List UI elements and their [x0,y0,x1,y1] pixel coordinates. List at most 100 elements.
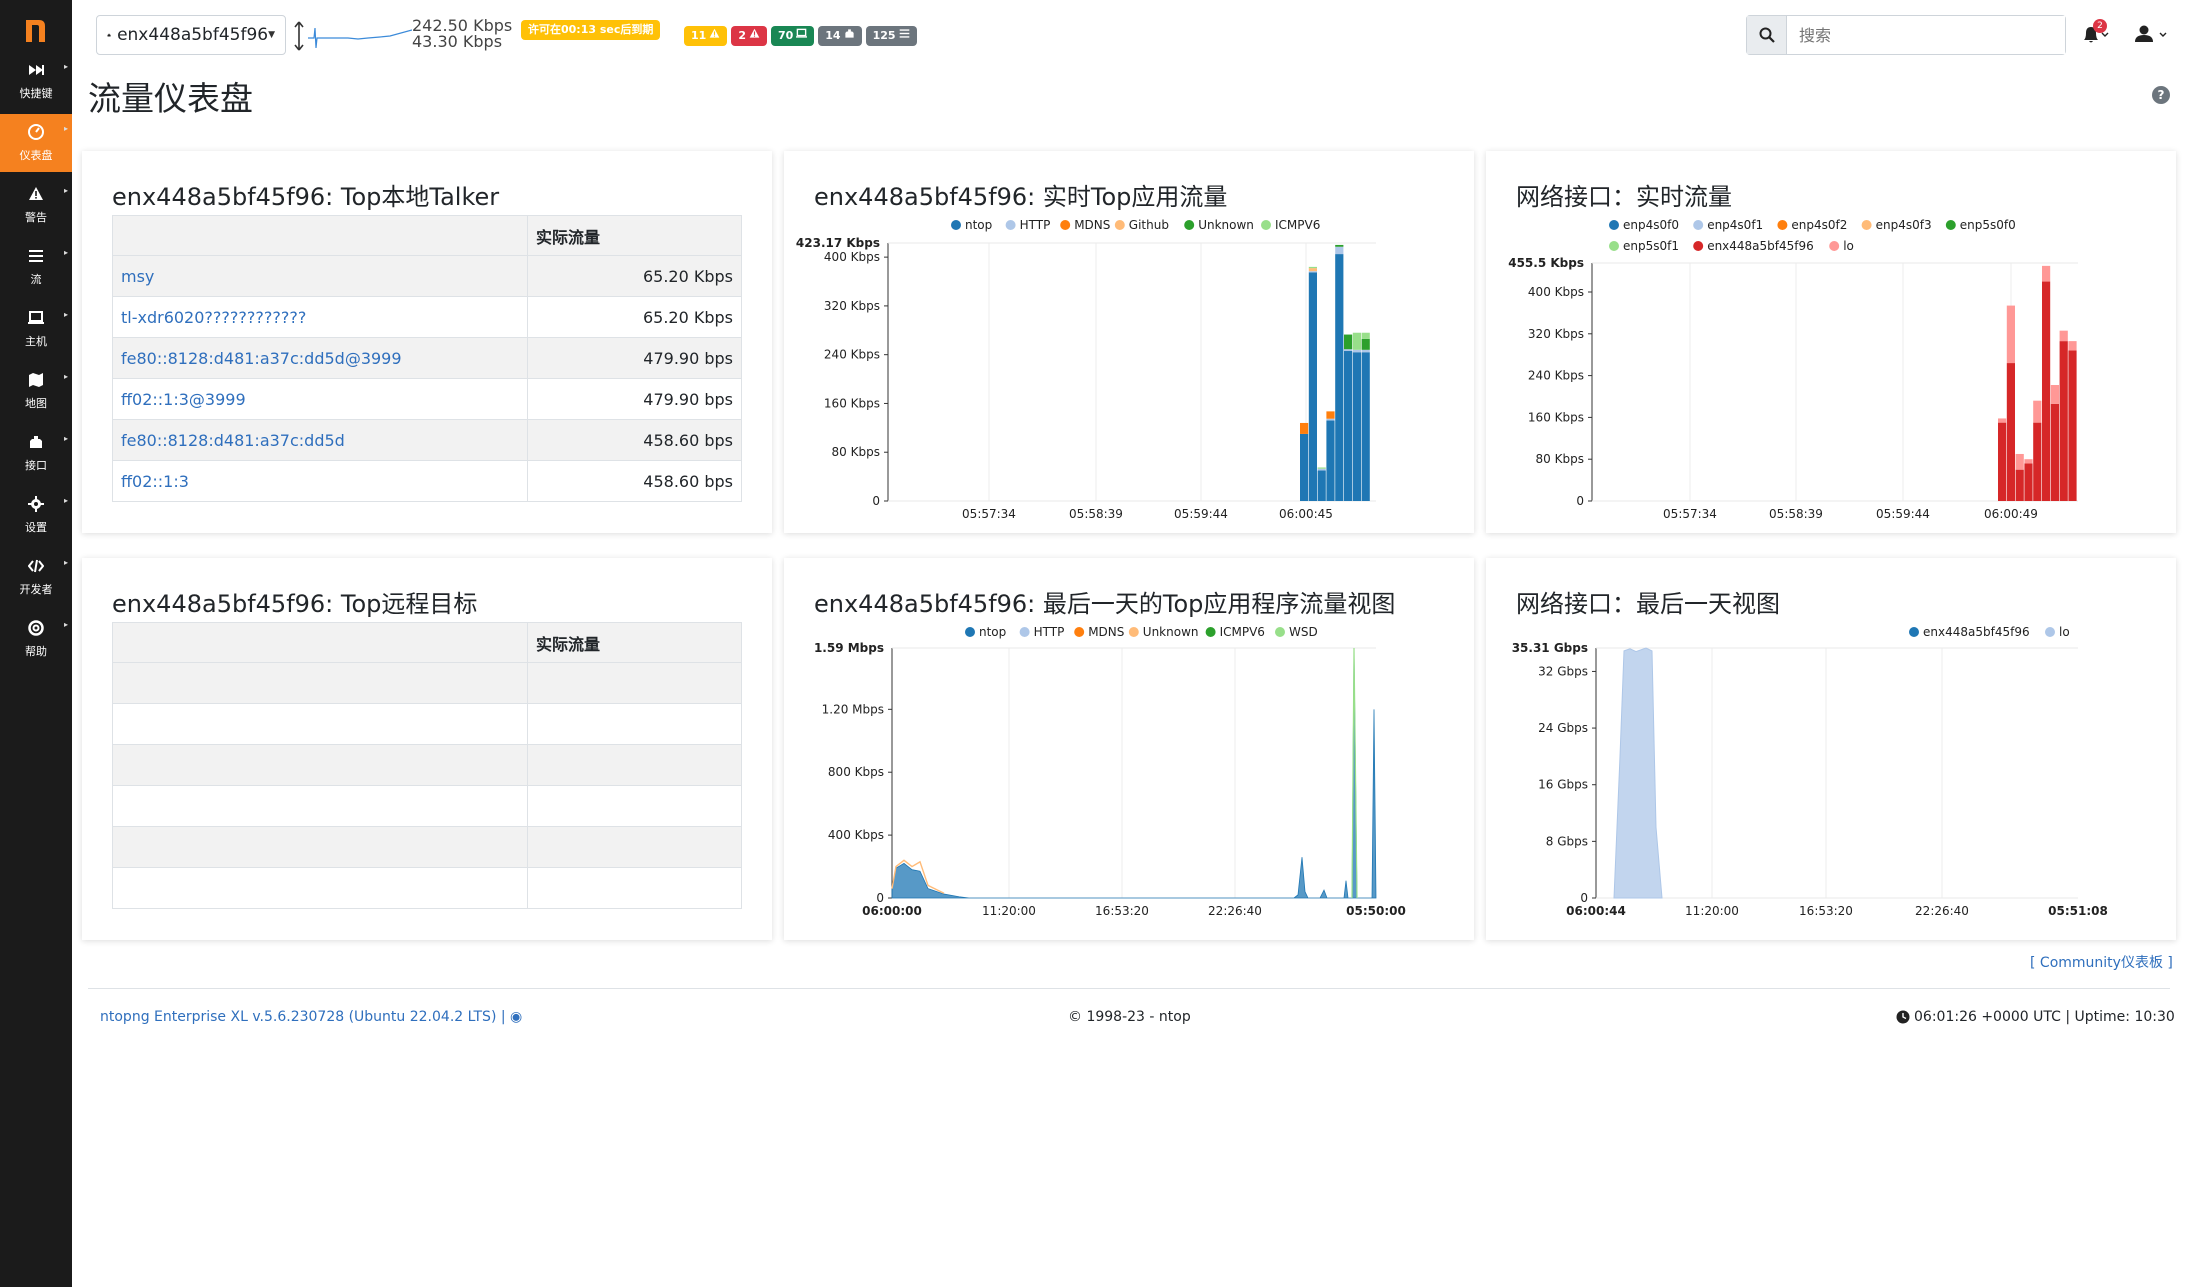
chevron-down-icon: ▼ [268,30,275,40]
legend-item[interactable]: ntop [951,218,992,232]
x-tick-label: 05:51:08 [2048,904,2108,918]
legend-item[interactable]: enp4s0f3 [1861,218,1932,232]
sidebar-item-4[interactable]: 主机 ▸ [0,300,72,358]
throughput-sparkline [308,27,412,49]
legend-item[interactable]: WSD [1275,625,1318,639]
status-badge-3[interactable]: 14 [818,26,862,46]
y-tick-label: 80 Kbps [1536,452,1584,466]
laptop-icon [796,26,808,46]
caret-right-icon: ▸ [63,186,68,195]
x-tick-label: 05:59:44 [1876,507,1930,521]
table-row [112,867,742,909]
sidebar-item-3[interactable]: 流 ▸ [0,238,72,296]
license-warning-badge[interactable]: 许可在00:13 sec后到期 [521,20,661,40]
sidebar-item-8[interactable]: 开发者 ▸ [0,548,72,606]
footer-divider [88,988,2170,989]
legend-swatch [1861,220,1872,230]
caret-right-icon: ▸ [63,310,68,319]
legend-item[interactable]: enp4s0f0 [1609,218,1679,232]
x-tick-label: 05:50:00 [1346,904,1406,918]
x-tick-label: 11:20:00 [982,904,1036,918]
legend-item[interactable]: lo [2045,625,2070,639]
search-input[interactable] [1787,16,2065,54]
legend-item[interactable]: ICMPV6 [1261,218,1320,232]
bar-segment-HTTP [1361,349,1370,353]
sidebar-item-0[interactable]: 快捷键 ▸ [0,52,72,110]
legend-item[interactable]: enp5s0f1 [1609,239,1679,253]
sidebar-item-1[interactable]: 仪表盘 ▸ [0,114,72,172]
fast-forward-icon [0,62,72,82]
legend-item[interactable]: lo [1829,239,1854,253]
footer-version[interactable]: ntopng Enterprise XL v.5.6.230728 (Ubunt… [100,1009,522,1025]
legend-item[interactable]: enp4s0f2 [1777,218,1847,232]
sidebar-item-2[interactable]: 警告 ▸ [0,176,72,234]
bar-segment-MDNS [1326,411,1335,419]
bar-segment-HTTP [1335,246,1344,255]
caret-right-icon: ▸ [63,372,68,381]
legend-item[interactable]: enx448a5bf45f96 [1909,625,2030,639]
legend-item[interactable]: enx448a5bf45f96 [1693,239,1814,253]
status-badge-4[interactable]: 125 [865,26,917,46]
lifebuoy-icon [0,620,72,640]
legend-item[interactable]: MDNS [1074,625,1124,639]
bar-segment-lo [2050,385,2059,404]
legend-swatch [1777,220,1788,230]
legend-label: enp5s0f0 [1960,218,2016,232]
github-icon[interactable]: ◉ [510,1009,522,1025]
y-tick-label: 0 [876,891,884,905]
card-title: enx448a5bf45f96: Top本地Talker [112,183,500,211]
flows-list-icon [899,26,910,46]
legend-item[interactable]: enp5s0f0 [1945,218,2016,232]
caret-right-icon: ▸ [63,434,68,443]
search-button[interactable] [1747,16,1787,54]
interface-name: enx448a5bf45f96 [117,25,269,45]
top-remote-targets-card: enx448a5bf45f96: Top远程目标 实际流量 [82,558,772,940]
legend-item[interactable]: Unknown [1128,625,1199,639]
host-link[interactable]: msy [121,267,154,286]
status-badge-2[interactable]: 70 [770,26,815,46]
y-max-label: 423.17 Kbps [796,236,880,250]
bar-segment-enx448a5bf45f96 [2024,463,2033,501]
bar-segment-ntop [1300,433,1309,501]
bar-segment-ntop [1335,254,1344,501]
host-link[interactable]: tl-xdr6020???????????? [121,308,306,327]
bar-segment-ntop [1352,352,1361,501]
legend-item[interactable]: enp4s0f1 [1693,218,1763,232]
sidebar-item-label: 主机 [25,335,47,348]
laptop-icon [0,310,72,330]
help-icon[interactable]: ? [2152,86,2170,104]
y-tick-label: 24 Gbps [1538,721,1588,735]
up-down-arrow-icon [294,21,304,51]
legend-label: lo [1843,239,1854,253]
legend-item[interactable]: HTTP [1005,218,1051,232]
x-tick-label: 16:53:20 [1095,904,1149,918]
legend-item[interactable]: HTTP [1019,625,1065,639]
legend-item[interactable]: ntop [965,625,1006,639]
community-dashboard-link[interactable]: [ Community仪表板 ] [2030,952,2173,972]
ntop-logo[interactable] [18,12,52,46]
ethernet-icon [0,434,72,454]
status-badge-0[interactable]: 11 [684,26,728,46]
sidebar-item-9[interactable]: 帮助 ▸ [0,610,72,668]
legend-item[interactable]: Unknown [1184,218,1254,232]
sidebar-item-6[interactable]: 接口 ▸ [0,424,72,482]
legend-swatch [1074,627,1085,637]
sidebar-item-5[interactable]: 地图 ▸ [0,362,72,420]
sidebar-item-7[interactable]: 设置 ▸ [0,486,72,544]
x-tick-label: 22:26:40 [1208,904,1262,918]
legend-item[interactable]: Github [1114,218,1169,232]
legend-item[interactable]: MDNS [1060,218,1110,232]
interface-selector[interactable]: enx448a5bf45f96 ▼ [96,15,286,55]
user-icon[interactable] [2132,22,2172,46]
host-link[interactable]: fe80::8128:d481:a37c:dd5d [121,431,345,450]
traffic-value: 458.60 bps [527,460,742,502]
host-link[interactable]: ff02::1:3 [121,472,189,491]
host-link[interactable]: ff02::1:3@3999 [121,390,246,409]
status-badge-1[interactable]: 2 [731,26,767,46]
rate-down: 43.30 Kbps [412,32,503,51]
host-link[interactable]: fe80::8128:d481:a37c:dd5d@3999 [121,349,402,368]
legend-swatch [1609,241,1619,251]
legend-label: MDNS [1074,218,1110,232]
top-remote-targets-table: 实际流量 [112,622,742,909]
legend-item[interactable]: ICMPV6 [1205,625,1265,639]
